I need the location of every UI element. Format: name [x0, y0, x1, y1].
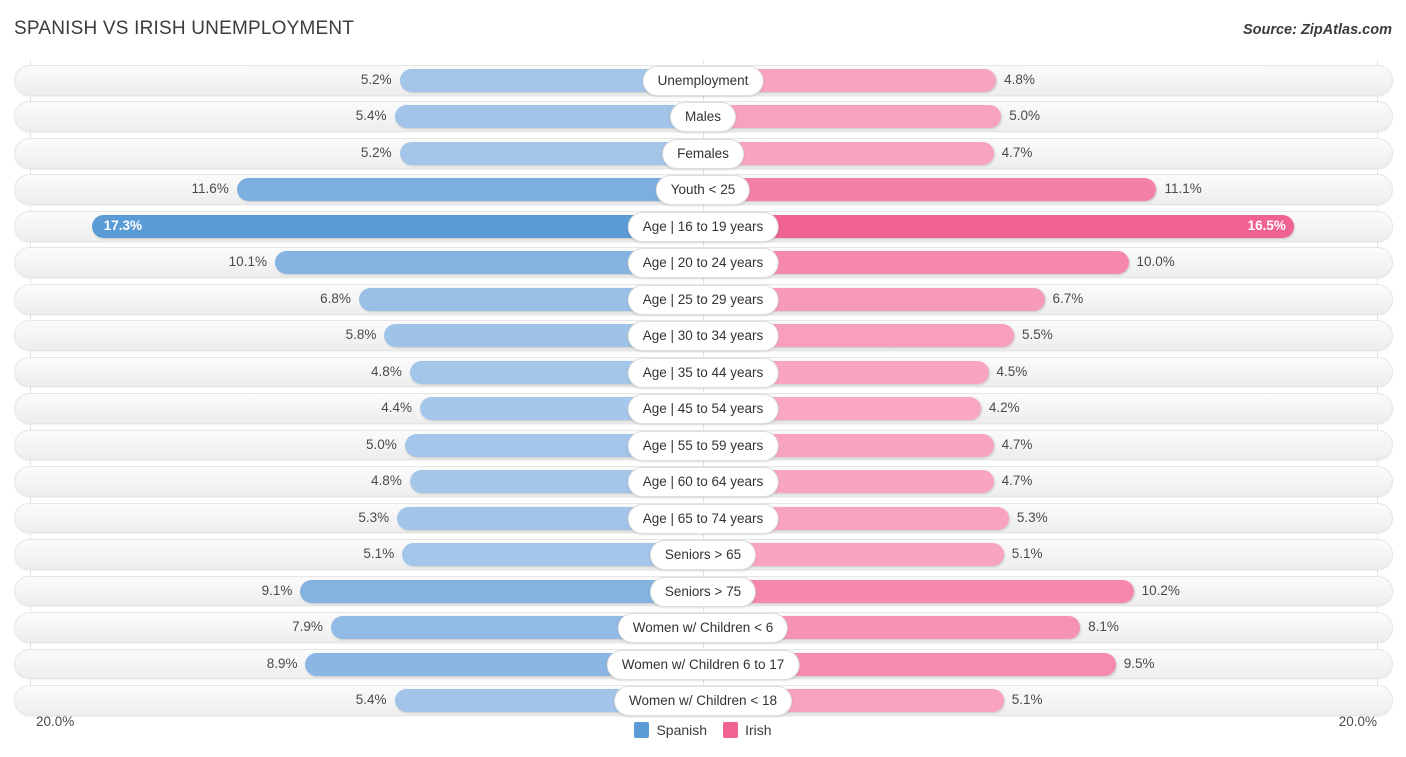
category-label: Age | 45 to 54 years: [627, 394, 779, 425]
chart-header: SPANISH VS IRISH UNEMPLOYMENT Source: Zi…: [0, 0, 1406, 60]
bar-spanish[interactable]: [399, 141, 703, 165]
legend-item-irish[interactable]: Irish: [723, 722, 772, 738]
value-label-irish: 5.1%: [1011, 692, 1043, 708]
value-label-irish: 8.1%: [1088, 619, 1119, 635]
category-label: Seniors > 75: [649, 576, 757, 607]
legend-swatch-icon: [634, 722, 650, 738]
category-label: Women w/ Children 6 to 17: [606, 649, 800, 680]
chart-legend: Spanish Irish: [0, 722, 1406, 738]
value-label-irish: 4.7%: [1001, 436, 1033, 452]
value-label-irish: 6.7%: [1052, 290, 1084, 306]
value-label-spanish: 17.3%: [103, 217, 142, 233]
value-label-irish: 10.2%: [1141, 582, 1180, 598]
plot-area: 5.2% 4.8% Unemployment 5.4% 5.0% Males 5.2% 4.7…: [0, 60, 1406, 718]
value-label-spanish: 7.9%: [292, 619, 323, 635]
chart-row: 17.3% 16.5% Age | 16 to 19 years: [0, 210, 1406, 242]
chart-row: 11.6% 11.1% Youth < 25: [0, 174, 1406, 206]
bar-spanish[interactable]: [236, 178, 703, 202]
value-label-spanish: 5.2%: [360, 144, 392, 160]
chart-row: 5.4% 5.0% Males: [0, 101, 1406, 133]
value-label-irish: 5.0%: [1009, 108, 1041, 124]
legend-swatch-icon: [723, 722, 739, 738]
chart-row: 5.0% 4.7% Age | 55 to 59 years: [0, 429, 1406, 461]
chart-row: 5.3% 5.3% Age | 65 to 74 years: [0, 502, 1406, 534]
value-label-irish: 5.5%: [1021, 327, 1053, 343]
legend-item-spanish[interactable]: Spanish: [634, 722, 707, 738]
value-label-spanish: 11.6%: [191, 181, 229, 197]
legend-label: Irish: [745, 722, 772, 738]
bar-rows: 5.2% 4.8% Unemployment 5.4% 5.0% Males 5.2% 4.7…: [0, 65, 1406, 722]
value-label-spanish: 4.4%: [381, 400, 413, 416]
chart-row: 8.9% 9.5% Women w/ Children 6 to 17: [0, 648, 1406, 680]
bar-irish[interactable]: [703, 214, 1294, 238]
page-title: SPANISH VS IRISH UNEMPLOYMENT: [14, 18, 355, 39]
chart-row: 4.8% 4.5% Age | 35 to 44 years: [0, 356, 1406, 388]
category-label: Youth < 25: [655, 175, 751, 206]
value-label-spanish: 5.3%: [358, 509, 390, 525]
value-label-spanish: 4.8%: [371, 473, 402, 489]
value-label-irish: 4.8%: [1004, 72, 1035, 87]
chart-row: 4.8% 4.7% Age | 60 to 64 years: [0, 466, 1406, 498]
bar-spanish[interactable]: [394, 105, 703, 129]
value-label-spanish: 5.4%: [355, 108, 387, 124]
value-label-spanish: 6.8%: [320, 290, 351, 306]
value-label-spanish: 8.9%: [266, 655, 298, 671]
chart-row: 5.2% 4.8% Unemployment: [0, 65, 1406, 96]
value-label-spanish: 10.1%: [228, 254, 267, 270]
category-label: Males: [669, 102, 737, 133]
bar-irish[interactable]: [703, 579, 1134, 603]
value-label-spanish: 5.0%: [365, 436, 397, 452]
category-label: Age | 25 to 29 years: [627, 284, 779, 315]
value-label-irish: 5.3%: [1016, 509, 1048, 525]
value-label-spanish: 9.1%: [261, 582, 293, 598]
chart-row: 5.1% 5.1% Seniors > 65: [0, 539, 1406, 571]
category-label: Age | 35 to 44 years: [627, 357, 779, 388]
category-label: Age | 60 to 64 years: [627, 467, 779, 498]
value-label-irish: 11.1%: [1164, 181, 1202, 197]
category-label: Age | 30 to 34 years: [627, 321, 779, 352]
chart-row: 5.4% 5.1% Women w/ Children < 18: [0, 685, 1406, 717]
chart-row: 4.4% 4.2% Age | 45 to 54 years: [0, 393, 1406, 425]
chart-root: SPANISH VS IRISH UNEMPLOYMENT Source: Zi…: [0, 0, 1406, 757]
bar-spanish[interactable]: [300, 579, 703, 603]
category-label: Women w/ Children < 6: [617, 613, 789, 644]
bar-irish[interactable]: [703, 178, 1157, 202]
chart-row: 7.9% 8.1% Women w/ Children < 6: [0, 612, 1406, 644]
value-label-irish: 4.5%: [996, 363, 1028, 379]
bar-irish[interactable]: [703, 105, 1002, 129]
value-label-irish: 5.1%: [1011, 546, 1043, 562]
category-label: Age | 65 to 74 years: [627, 503, 779, 534]
chart-row: 9.1% 10.2% Seniors > 75: [0, 575, 1406, 607]
bar-spanish[interactable]: [91, 214, 703, 238]
source-attribution: Source: ZipAtlas.com: [1242, 22, 1392, 38]
category-label: Seniors > 65: [649, 540, 757, 571]
value-label-irish: 10.0%: [1136, 254, 1175, 270]
value-label-spanish: 5.1%: [363, 546, 395, 562]
value-label-spanish: 5.2%: [360, 72, 392, 87]
value-label-spanish: 4.8%: [371, 363, 402, 379]
value-label-spanish: 5.4%: [355, 692, 387, 708]
value-label-irish: 9.5%: [1123, 655, 1155, 671]
legend-label: Spanish: [656, 722, 708, 738]
category-label: Age | 20 to 24 years: [627, 248, 779, 279]
chart-row: 6.8% 6.7% Age | 25 to 29 years: [0, 283, 1406, 315]
category-label: Age | 16 to 19 years: [627, 211, 779, 242]
value-label-irish: 4.7%: [1001, 144, 1033, 160]
category-label: Women w/ Children < 18: [614, 686, 792, 717]
chart-row: 10.1% 10.0% Age | 20 to 24 years: [0, 247, 1406, 279]
value-label-irish: 16.5%: [1247, 217, 1286, 233]
chart-row: 5.2% 4.7% Females: [0, 137, 1406, 169]
value-label-irish: 4.7%: [1001, 473, 1033, 489]
category-label: Age | 55 to 59 years: [627, 430, 779, 461]
chart-row: 5.8% 5.5% Age | 30 to 34 years: [0, 320, 1406, 352]
category-label: Unemployment: [642, 66, 764, 96]
value-label-spanish: 5.8%: [345, 327, 377, 343]
value-label-irish: 4.2%: [988, 400, 1020, 416]
bar-irish[interactable]: [703, 141, 994, 165]
category-label: Females: [662, 138, 744, 169]
